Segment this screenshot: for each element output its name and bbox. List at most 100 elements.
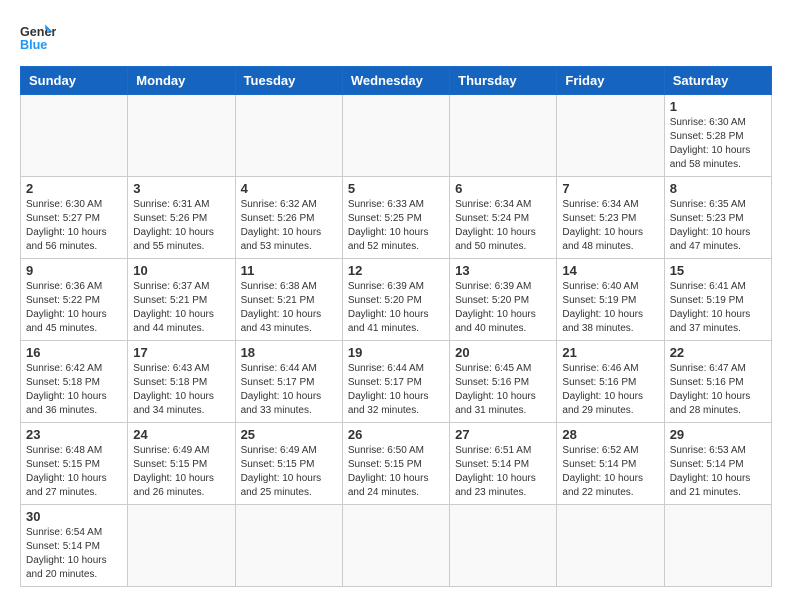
day-info: Sunrise: 6:33 AMSunset: 5:25 PMDaylight:…: [348, 198, 444, 254]
day-number: 1: [670, 99, 766, 114]
calendar-cell: 16 Sunrise: 6:42 AMSunset: 5:18 PMDayligh…: [21, 341, 128, 423]
calendar-cell: 12 Sunrise: 6:39 AMSunset: 5:20 PMDayligh…: [342, 259, 449, 341]
day-info: Sunrise: 6:54 AMSunset: 5:14 PMDaylight:…: [26, 526, 122, 582]
calendar-cell: 2 Sunrise: 6:30 AMSunset: 5:27 PMDaylight…: [21, 177, 128, 259]
day-number: 29: [670, 427, 766, 442]
calendar-cell: 1 Sunrise: 6:30 AMSunset: 5:28 PMDaylight…: [664, 95, 771, 177]
logo-icon: General Blue: [20, 20, 56, 56]
calendar-cell: 30Sunrise: 6:54 AMSunset: 5:14 PMDayligh…: [21, 505, 128, 587]
day-info: Sunrise: 6:39 AMSunset: 5:20 PMDaylight:…: [455, 280, 551, 336]
day-number: 20: [455, 345, 551, 360]
calendar-week-5: 23 Sunrise: 6:48 AMSunset: 5:15 PMDayligh…: [21, 423, 772, 505]
calendar-cell: 23 Sunrise: 6:48 AMSunset: 5:15 PMDayligh…: [21, 423, 128, 505]
day-info: Sunrise: 6:43 AMSunset: 5:18 PMDaylight:…: [133, 362, 229, 418]
calendar-cell: [557, 95, 664, 177]
day-info: Sunrise: 6:51 AMSunset: 5:14 PMDaylight:…: [455, 444, 551, 500]
svg-text:Blue: Blue: [20, 38, 47, 52]
calendar-cell: [342, 95, 449, 177]
day-number: 12: [348, 263, 444, 278]
calendar-cell: 22 Sunrise: 6:47 AMSunset: 5:16 PMDayligh…: [664, 341, 771, 423]
weekday-header-saturday: Saturday: [664, 67, 771, 95]
calendar-cell: 13 Sunrise: 6:39 AMSunset: 5:20 PMDayligh…: [450, 259, 557, 341]
calendar-cell: 27 Sunrise: 6:51 AMSunset: 5:14 PMDayligh…: [450, 423, 557, 505]
calendar-cell: [128, 505, 235, 587]
day-info: Sunrise: 6:48 AMSunset: 5:15 PMDaylight:…: [26, 444, 122, 500]
weekday-row: SundayMondayTuesdayWednesdayThursdayFrid…: [21, 67, 772, 95]
calendar-cell: 3 Sunrise: 6:31 AMSunset: 5:26 PMDaylight…: [128, 177, 235, 259]
day-number: 11: [241, 263, 337, 278]
calendar-cell: 20 Sunrise: 6:45 AMSunset: 5:16 PMDayligh…: [450, 341, 557, 423]
day-info: Sunrise: 6:34 AMSunset: 5:23 PMDaylight:…: [562, 198, 658, 254]
day-info: Sunrise: 6:38 AMSunset: 5:21 PMDaylight:…: [241, 280, 337, 336]
day-number: 6: [455, 181, 551, 196]
day-info: Sunrise: 6:40 AMSunset: 5:19 PMDaylight:…: [562, 280, 658, 336]
calendar-cell: 25 Sunrise: 6:49 AMSunset: 5:15 PMDayligh…: [235, 423, 342, 505]
calendar-cell: [664, 505, 771, 587]
day-info: Sunrise: 6:36 AMSunset: 5:22 PMDaylight:…: [26, 280, 122, 336]
day-number: 25: [241, 427, 337, 442]
calendar-cell: 17 Sunrise: 6:43 AMSunset: 5:18 PMDayligh…: [128, 341, 235, 423]
day-info: Sunrise: 6:30 AMSunset: 5:28 PMDaylight:…: [670, 116, 766, 172]
day-info: Sunrise: 6:41 AMSunset: 5:19 PMDaylight:…: [670, 280, 766, 336]
weekday-header-thursday: Thursday: [450, 67, 557, 95]
day-number: 22: [670, 345, 766, 360]
day-info: Sunrise: 6:50 AMSunset: 5:15 PMDaylight:…: [348, 444, 444, 500]
day-number: 23: [26, 427, 122, 442]
day-info: Sunrise: 6:47 AMSunset: 5:16 PMDaylight:…: [670, 362, 766, 418]
day-number: 27: [455, 427, 551, 442]
day-info: Sunrise: 6:42 AMSunset: 5:18 PMDaylight:…: [26, 362, 122, 418]
day-info: Sunrise: 6:30 AMSunset: 5:27 PMDaylight:…: [26, 198, 122, 254]
calendar-cell: 4Sunrise: 6:32 AMSunset: 5:26 PMDaylight…: [235, 177, 342, 259]
day-number: 8: [670, 181, 766, 196]
day-info: Sunrise: 6:37 AMSunset: 5:21 PMDaylight:…: [133, 280, 229, 336]
calendar-cell: 24 Sunrise: 6:49 AMSunset: 5:15 PMDayligh…: [128, 423, 235, 505]
calendar-cell: 26 Sunrise: 6:50 AMSunset: 5:15 PMDayligh…: [342, 423, 449, 505]
calendar-week-4: 16 Sunrise: 6:42 AMSunset: 5:18 PMDayligh…: [21, 341, 772, 423]
calendar-cell: 11 Sunrise: 6:38 AMSunset: 5:21 PMDayligh…: [235, 259, 342, 341]
calendar-cell: 7 Sunrise: 6:34 AMSunset: 5:23 PMDaylight…: [557, 177, 664, 259]
day-info: Sunrise: 6:49 AMSunset: 5:15 PMDaylight:…: [241, 444, 337, 500]
logo: General Blue: [20, 20, 62, 56]
calendar-week-3: 9Sunrise: 6:36 AMSunset: 5:22 PMDaylight…: [21, 259, 772, 341]
calendar-cell: 21 Sunrise: 6:46 AMSunset: 5:16 PMDayligh…: [557, 341, 664, 423]
day-number: 17: [133, 345, 229, 360]
day-number: 18: [241, 345, 337, 360]
day-number: 16: [26, 345, 122, 360]
calendar-cell: 28 Sunrise: 6:52 AMSunset: 5:14 PMDayligh…: [557, 423, 664, 505]
day-number: 3: [133, 181, 229, 196]
day-number: 21: [562, 345, 658, 360]
day-number: 26: [348, 427, 444, 442]
weekday-header-monday: Monday: [128, 67, 235, 95]
day-info: Sunrise: 6:31 AMSunset: 5:26 PMDaylight:…: [133, 198, 229, 254]
weekday-header-tuesday: Tuesday: [235, 67, 342, 95]
day-info: Sunrise: 6:45 AMSunset: 5:16 PMDaylight:…: [455, 362, 551, 418]
calendar-cell: 6Sunrise: 6:34 AMSunset: 5:24 PMDaylight…: [450, 177, 557, 259]
day-info: Sunrise: 6:44 AMSunset: 5:17 PMDaylight:…: [241, 362, 337, 418]
calendar-cell: 14 Sunrise: 6:40 AMSunset: 5:19 PMDayligh…: [557, 259, 664, 341]
weekday-header-friday: Friday: [557, 67, 664, 95]
day-number: 24: [133, 427, 229, 442]
day-info: Sunrise: 6:49 AMSunset: 5:15 PMDaylight:…: [133, 444, 229, 500]
day-info: Sunrise: 6:53 AMSunset: 5:14 PMDaylight:…: [670, 444, 766, 500]
day-number: 14: [562, 263, 658, 278]
calendar-cell: [342, 505, 449, 587]
calendar-cell: [450, 95, 557, 177]
calendar-cell: 19Sunrise: 6:44 AMSunset: 5:17 PMDayligh…: [342, 341, 449, 423]
calendar-cell: 15 Sunrise: 6:41 AMSunset: 5:19 PMDayligh…: [664, 259, 771, 341]
day-info: Sunrise: 6:52 AMSunset: 5:14 PMDaylight:…: [562, 444, 658, 500]
day-number: 13: [455, 263, 551, 278]
day-number: 28: [562, 427, 658, 442]
day-number: 10: [133, 263, 229, 278]
day-number: 19: [348, 345, 444, 360]
calendar-cell: [235, 505, 342, 587]
calendar-cell: [21, 95, 128, 177]
calendar-week-2: 2 Sunrise: 6:30 AMSunset: 5:27 PMDaylight…: [21, 177, 772, 259]
day-info: Sunrise: 6:46 AMSunset: 5:16 PMDaylight:…: [562, 362, 658, 418]
calendar-cell: 18 Sunrise: 6:44 AMSunset: 5:17 PMDayligh…: [235, 341, 342, 423]
day-number: 15: [670, 263, 766, 278]
day-info: Sunrise: 6:39 AMSunset: 5:20 PMDaylight:…: [348, 280, 444, 336]
day-number: 2: [26, 181, 122, 196]
weekday-header-wednesday: Wednesday: [342, 67, 449, 95]
day-number: 7: [562, 181, 658, 196]
calendar-cell: [128, 95, 235, 177]
